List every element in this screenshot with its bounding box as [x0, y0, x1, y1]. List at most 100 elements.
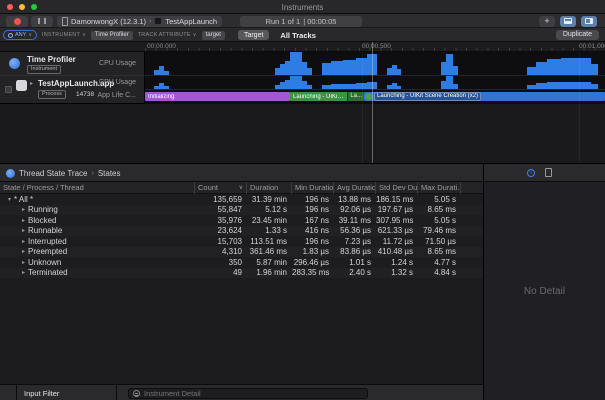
- breadcrumb-root[interactable]: Thread State Trace: [19, 169, 87, 178]
- disclosure-closed-icon[interactable]: ▸: [22, 269, 25, 276]
- row-value: 621.33 µs: [376, 226, 418, 235]
- column-header-avg-duration[interactable]: Avg Duration: [334, 182, 376, 194]
- time-profiler-icon: [9, 58, 20, 69]
- instrument-filter-dropdown[interactable]: INSTRUMENT ∨: [42, 32, 86, 38]
- lifecycle-span-label: Launching - UIKit Scene Creation (x2): [374, 92, 481, 101]
- match-any-filter-pill[interactable]: ANY ∨: [3, 30, 37, 40]
- chevron-down-icon: ∨: [82, 32, 86, 38]
- splitter-handle[interactable]: [361, 168, 362, 169]
- table-body: ▾* All *135,65931.39 min196 ns13.88 ms18…: [0, 194, 483, 278]
- filter-input[interactable]: [144, 389, 363, 398]
- row-value: 2.40 s: [334, 268, 376, 277]
- row-value: 196 ns: [292, 237, 334, 246]
- lane-cpu-1[interactable]: [145, 52, 605, 76]
- run-status[interactable]: Run 1 of 1 | 00:00:05: [240, 16, 362, 27]
- track-graph-area[interactable]: InitializingLaunching - UIKit Initial...…: [145, 52, 605, 104]
- add-instrument-button[interactable]: +: [539, 16, 555, 27]
- column-header-count[interactable]: Count∨: [195, 182, 247, 194]
- row-value: 23.45 min: [247, 216, 292, 225]
- target-device-selector[interactable]: DamonwongX (12.3.1) › TestAppLaunch: [57, 16, 222, 27]
- track-title: Time Profiler: [27, 55, 76, 64]
- lane-cpu-2[interactable]: [145, 76, 605, 90]
- sort-indicator-icon: ∨: [239, 182, 243, 194]
- instrument-filter-token[interactable]: Time Profiler: [91, 31, 133, 40]
- cpu-bar: [164, 71, 169, 75]
- bottom-bar: Input Filter: [0, 384, 483, 400]
- lifecycle-span[interactable]: Initializing: [145, 92, 290, 101]
- toggle-inspector-pane-button[interactable]: [581, 16, 597, 27]
- table-row[interactable]: ▸Terminated491.96 min283.35 ms2.40 s1.32…: [0, 268, 483, 279]
- info-inspector-icon[interactable]: i: [527, 169, 535, 177]
- column-header-state[interactable]: State / Process / Thread: [0, 182, 195, 194]
- timeline-ruler[interactable]: 00:00.00000:00.50000:01.000: [145, 42, 605, 52]
- track-header-testapplaunch[interactable]: ▸ TestAppLaunch.app Process 14738 CPU Us…: [0, 76, 145, 104]
- playhead-line[interactable]: [372, 42, 373, 163]
- row-name: Running: [28, 205, 58, 214]
- row-value: 7.23 µs: [334, 237, 376, 246]
- overlap-dot-icon: [365, 93, 372, 100]
- pause-button[interactable]: [31, 16, 53, 27]
- title-bar: Instruments: [0, 0, 605, 14]
- table-row[interactable]: ▸Blocked35,97623.45 min167 ns39.11 ms307…: [0, 215, 483, 226]
- chevron-down-icon: ∨: [193, 32, 197, 38]
- disclosure-closed-icon[interactable]: ▸: [22, 259, 25, 266]
- track-attribute-filter-dropdown[interactable]: TRACK ATTRIBUTE ∨: [138, 32, 197, 38]
- app-icon: [16, 80, 27, 91]
- row-name: Terminated: [28, 268, 68, 277]
- disclosure-closed-icon[interactable]: ▸: [30, 80, 33, 87]
- row-value: 361.46 ms: [247, 247, 292, 256]
- disclosure-closed-icon[interactable]: ▸: [22, 238, 25, 245]
- column-header-max-duration[interactable]: Max Durati...: [418, 182, 461, 194]
- disclosure-closed-icon[interactable]: ▸: [22, 227, 25, 234]
- ruler-label: 00:00.500: [362, 43, 391, 50]
- track-header-time-profiler[interactable]: Time Profiler Instrument CPU Usage: [0, 52, 145, 76]
- row-value: 167 ns: [292, 216, 334, 225]
- cpu-bar: [527, 67, 536, 75]
- cpu-bar: [591, 84, 598, 89]
- table-row[interactable]: ▸Runnable23,6241.33 s416 ns56.36 µs621.3…: [0, 226, 483, 237]
- column-header-min-duration[interactable]: Min Duration: [292, 182, 334, 194]
- lifecycle-span-label: Launching - UIKit Initial...: [290, 94, 347, 100]
- disclosure-closed-icon[interactable]: ▸: [22, 217, 25, 224]
- row-value: 410.48 µs: [376, 247, 418, 256]
- column-header-duration[interactable]: Duration: [247, 182, 292, 194]
- gridline: [579, 52, 580, 163]
- extended-detail-icon[interactable]: [545, 168, 552, 177]
- cpu-bar: [164, 86, 169, 89]
- track-filter-bar: ANY ∨ INSTRUMENT ∨ Time Profiler TRACK A…: [0, 28, 605, 42]
- record-button[interactable]: [6, 16, 28, 27]
- row-name-cell: ▸Interrupted: [0, 237, 195, 246]
- row-value: 186.15 ms: [376, 195, 418, 204]
- lane-life-cycle[interactable]: InitializingLaunching - UIKit Initial...…: [145, 90, 605, 104]
- table-row[interactable]: ▸Unknown3505.87 min296.46 µs1.01 s1.24 s…: [0, 257, 483, 268]
- row-name-cell: ▸Blocked: [0, 216, 195, 225]
- toggle-detail-pane-button[interactable]: [560, 16, 576, 27]
- breadcrumb-current[interactable]: States: [98, 169, 121, 178]
- table-row[interactable]: ▸Running55,8475.12 s196 ns92.06 µs197.67…: [0, 205, 483, 216]
- track-attribute-filter-token[interactable]: target: [202, 31, 225, 40]
- lifecycle-span[interactable]: Launching - UIKit Scene Creation (x2): [364, 92, 605, 101]
- toolbar: DamonwongX (12.3.1) › TestAppLaunch Run …: [0, 14, 605, 28]
- disclosure-open-icon[interactable]: ▾: [8, 196, 11, 203]
- track-checkbox[interactable]: [5, 86, 12, 93]
- disclosure-closed-icon[interactable]: ▸: [22, 248, 25, 255]
- disclosure-closed-icon[interactable]: ▸: [22, 206, 25, 213]
- cpu-bar: [331, 84, 343, 89]
- instrument-detail-filter-field[interactable]: [128, 388, 368, 399]
- cpu-bar: [446, 76, 453, 89]
- table-row[interactable]: ▸Preempted4,310361.46 ms1.83 µs83.86 µs4…: [0, 247, 483, 258]
- track-attribute-filter-label: TRACK ATTRIBUTE: [138, 32, 191, 38]
- column-header-std-dev[interactable]: Std Dev Du...: [376, 182, 418, 194]
- lane-label-app-life-cycle: App Life C...: [97, 92, 136, 99]
- row-value: 1.01 s: [334, 258, 376, 267]
- row-value: 56.36 µs: [334, 226, 376, 235]
- row-name-cell: ▸Terminated: [0, 268, 195, 277]
- table-row[interactable]: ▾* All *135,65931.39 min196 ns13.88 ms18…: [0, 194, 483, 205]
- target-scope-button[interactable]: Target: [238, 30, 269, 40]
- row-value: 55,847: [195, 205, 247, 214]
- row-value: 4.77 s: [418, 258, 461, 267]
- lifecycle-span[interactable]: Launching - UIKit Initial...La...: [290, 92, 364, 101]
- duplicate-button[interactable]: Duplicate: [556, 30, 599, 40]
- table-row[interactable]: ▸Interrupted15,703113.51 ms196 ns7.23 µs…: [0, 236, 483, 247]
- cpu-bar: [307, 68, 312, 75]
